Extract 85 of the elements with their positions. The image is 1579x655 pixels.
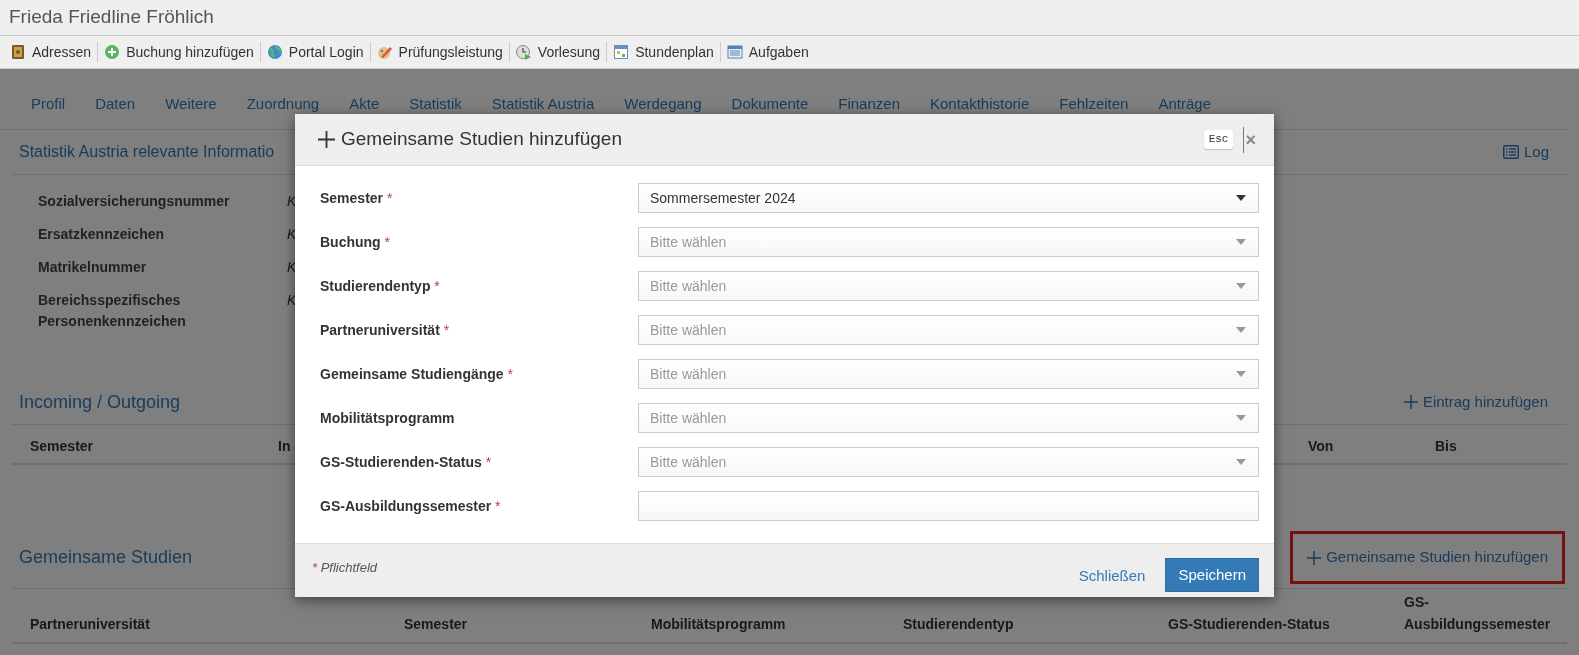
select-field[interactable]: Bitte wählen (638, 403, 1259, 433)
log-link[interactable]: Log (1502, 140, 1549, 164)
field-label: Ersatzkennzeichen (38, 225, 166, 244)
caret-icon (1236, 327, 1246, 333)
column-header: Bis (1435, 437, 1457, 456)
field-value: K (287, 225, 297, 244)
column-header: GS-Ausbildungssemester (1404, 593, 1552, 634)
caret-icon (1236, 195, 1246, 201)
field-value: K (287, 258, 297, 277)
toolbar-button[interactable]: Stundenplan (611, 41, 716, 63)
form-label: Studierendentyp * (320, 276, 441, 296)
select-field[interactable]: Bitte wählen (638, 271, 1259, 301)
column-header: Mobilitätsprogramm (651, 615, 786, 634)
select-field[interactable]: Bitte wählen (638, 315, 1259, 345)
toolbar-button[interactable]: Portal Login (264, 41, 366, 63)
column-header: Partneruniversität (30, 615, 150, 634)
required-note: * Pflichtfeld (312, 559, 378, 577)
form-label: Mobilitätsprogramm (320, 408, 456, 428)
field-label: Sozialversicherungsnummer (38, 192, 231, 211)
input-field[interactable] (638, 491, 1259, 521)
nav-tab[interactable]: Profil (16, 94, 81, 114)
plus-icon (1403, 395, 1418, 409)
add-link[interactable]: Eintrag hinzufügen (1403, 390, 1548, 414)
section-title: Incoming / Outgoing (19, 390, 181, 414)
form-label: Partneruniversität * (320, 320, 451, 340)
caret-icon (1236, 459, 1246, 465)
nav-tab[interactable]: Zuordnung (231, 94, 335, 114)
toolbar-button[interactable]: Aufgaben (724, 41, 811, 63)
list-icon (1502, 145, 1519, 159)
globe-icon (266, 44, 283, 60)
plus-icon (1307, 550, 1322, 565)
modal-title: Gemeinsame Studien hinzufügen (341, 127, 622, 152)
form-label: Buchung * (320, 232, 391, 252)
column-header: Semester (404, 615, 468, 634)
column-header: In (278, 437, 291, 456)
field-value: K (287, 291, 297, 310)
toolbar-button[interactable]: Prüfungsleistung (374, 41, 505, 63)
nav-tab[interactable]: Anträge (1143, 94, 1226, 114)
section-title: Gemeinsame Studien (19, 546, 193, 569)
toolbar-button[interactable]: Buchung hinzufügen (102, 41, 256, 63)
nav-tab[interactable]: Finanzen (823, 94, 915, 114)
pencil-icon (376, 44, 393, 60)
close-link[interactable]: Schließen (1078, 565, 1146, 588)
column-header: GS-Studierenden-Status (1168, 615, 1330, 634)
caret-icon (1236, 283, 1246, 289)
select-field[interactable]: Sommersemester 2024 (638, 183, 1259, 213)
plus-icon (318, 131, 335, 148)
caret-icon (1236, 371, 1246, 377)
section-title: Statistik Austria relevante Informatio (19, 142, 275, 162)
nav-tab[interactable]: Daten (80, 94, 151, 114)
nav-tab[interactable]: Statistik Austria (476, 94, 610, 114)
plus-circle-icon (104, 44, 121, 60)
form-label: Semester * (320, 188, 394, 208)
select-field[interactable]: Bitte wählen (638, 227, 1259, 257)
form-label: GS-Studierenden-Status * (320, 452, 493, 472)
select-field[interactable]: Bitte wählen (638, 359, 1259, 389)
nav-tab[interactable]: Kontakthistorie (915, 94, 1045, 114)
column-header: Von (1308, 437, 1334, 456)
page-title: Frieda Friedline Fröhlich (9, 5, 214, 30)
column-header: Semester (30, 437, 94, 456)
add-link[interactable]: Gemeinsame Studien hinzufügen (1307, 546, 1548, 569)
nav-tab[interactable]: Fehlzeiten (1044, 94, 1144, 114)
toolbar-button[interactable]: Vorlesung (513, 41, 603, 63)
caret-icon (1236, 415, 1246, 421)
toolbar-button[interactable]: Adressen (8, 41, 94, 63)
close-button[interactable]: × (1245, 130, 1256, 149)
nav-tab[interactable]: Weitere (150, 94, 232, 114)
calendar-icon (613, 44, 630, 60)
nav-tab[interactable]: Statistik (394, 94, 477, 114)
column-header: Studierendentyp (903, 615, 1014, 634)
esc-key: Esc (1203, 130, 1234, 149)
save-button[interactable]: Speichern (1165, 558, 1259, 592)
list-window-icon (726, 44, 743, 60)
form-label: Gemeinsame Studiengänge * (320, 364, 514, 384)
caret-icon (1236, 239, 1246, 245)
clock-icon (515, 44, 532, 60)
select-field[interactable]: Bitte wählen (638, 447, 1259, 477)
field-value: K (287, 192, 297, 211)
field-label: Matrikelnummer (38, 258, 148, 277)
field-label: Bereichsspezifisches Personenkennzeichen (38, 291, 187, 331)
form-label: GS-Ausbildungssemester * (320, 496, 502, 516)
nav-tab[interactable]: Werdegang (609, 94, 717, 114)
nav-tab[interactable]: Dokumente (716, 94, 824, 114)
nav-tab[interactable]: Akte (334, 94, 395, 114)
book-icon (10, 44, 26, 60)
